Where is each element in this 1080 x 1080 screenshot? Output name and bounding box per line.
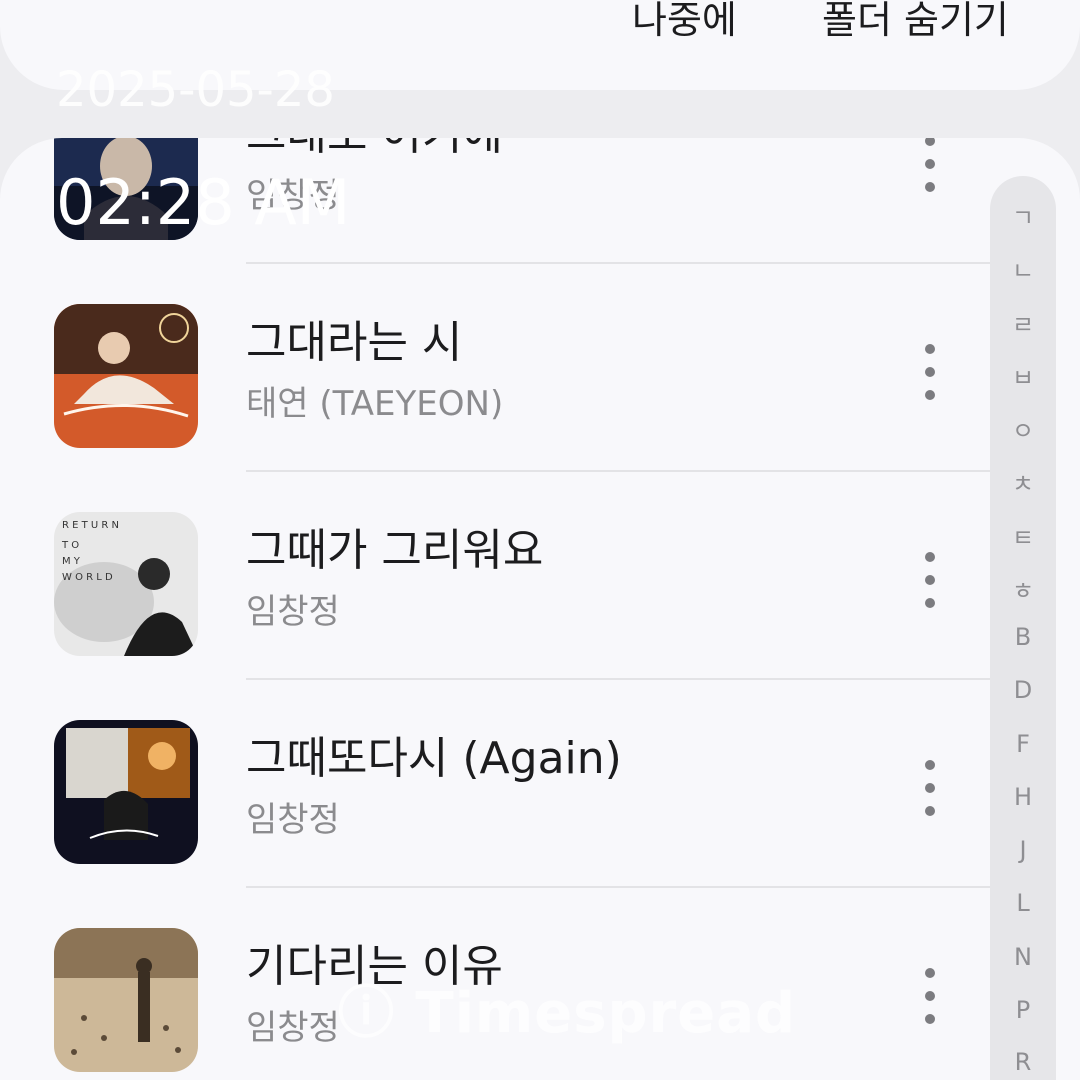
song-title: 그때가 그리워요 (246, 525, 544, 576)
album-art-2 (54, 304, 198, 448)
index-letter[interactable]: J (990, 836, 1056, 864)
date-overlay: 2025-05-28 (56, 62, 335, 118)
index-letter[interactable]: H (990, 783, 1056, 811)
song-artist: 태연 (TAEYEON) (246, 384, 504, 424)
index-letter[interactable]: ㅎ (990, 571, 1056, 606)
screen: 나중에 폴더 숨기기 그대로 여기에 임창정 (0, 0, 1080, 1080)
index-letter[interactable]: ㅂ (990, 358, 1056, 393)
index-letter[interactable]: ㄱ (990, 198, 1056, 233)
album-art-5 (54, 928, 198, 1072)
song-title: 그때또다시 (Again) (246, 733, 622, 784)
album-art-3: R E T U R N T O M Y W O R L D (54, 512, 198, 656)
hide-folder-button[interactable]: 폴더 숨기기 (822, 0, 1009, 40)
song-artist: 임창정 (246, 1008, 340, 1048)
later-button[interactable]: 나중에 (632, 0, 737, 40)
index-letter[interactable]: B (990, 623, 1056, 651)
album-art-4 (54, 720, 198, 864)
more-options-icon[interactable] (914, 138, 946, 192)
song-title: 그대로 여기에 (246, 138, 503, 162)
alphabet-index-scrollbar[interactable]: ㄱ ㄴ ㄹ ㅂ ㅇ ㅊ ㅌ ㅎ B D F H J L N P R (990, 176, 1056, 1080)
index-letter[interactable]: ㅊ (990, 464, 1056, 499)
watermark: ⓘ Timespread (338, 981, 797, 1046)
more-options-icon[interactable] (914, 552, 946, 608)
song-artist: 임창정 (246, 592, 340, 632)
index-letter[interactable]: P (990, 996, 1056, 1024)
album-text: T O (61, 540, 79, 551)
index-letter[interactable]: N (990, 943, 1056, 971)
more-options-icon[interactable] (914, 968, 946, 1024)
song-list: 그대로 여기에 임창정 그대라는 시 태연 (TAEYEON) (0, 138, 1080, 1080)
index-letter[interactable]: ㄹ (990, 305, 1056, 340)
song-row[interactable]: 그때또다시 (Again) 임창정 (0, 680, 990, 888)
more-options-icon[interactable] (914, 760, 946, 816)
album-text: M Y (62, 556, 81, 567)
album-text: R E T U R N (62, 520, 119, 531)
song-title: 그대라는 시 (246, 317, 463, 368)
index-letter[interactable]: ㅇ (990, 411, 1056, 446)
index-letter[interactable]: D (990, 676, 1056, 704)
song-artist: 임창정 (246, 800, 340, 840)
more-options-icon[interactable] (914, 344, 946, 400)
index-letter[interactable]: F (990, 730, 1056, 758)
time-overlay: 02:28 AM (56, 166, 351, 239)
index-letter[interactable]: ㅌ (990, 518, 1056, 553)
index-letter[interactable]: R (990, 1048, 1056, 1076)
index-letter[interactable]: ㄴ (990, 251, 1056, 286)
album-text: W O R L D (62, 572, 113, 583)
song-row[interactable]: 그대라는 시 태연 (TAEYEON) (0, 264, 990, 472)
index-letter[interactable]: L (990, 889, 1056, 917)
song-row[interactable]: R E T U R N T O M Y W O R L D 그때가 그리워요 임… (0, 472, 990, 680)
